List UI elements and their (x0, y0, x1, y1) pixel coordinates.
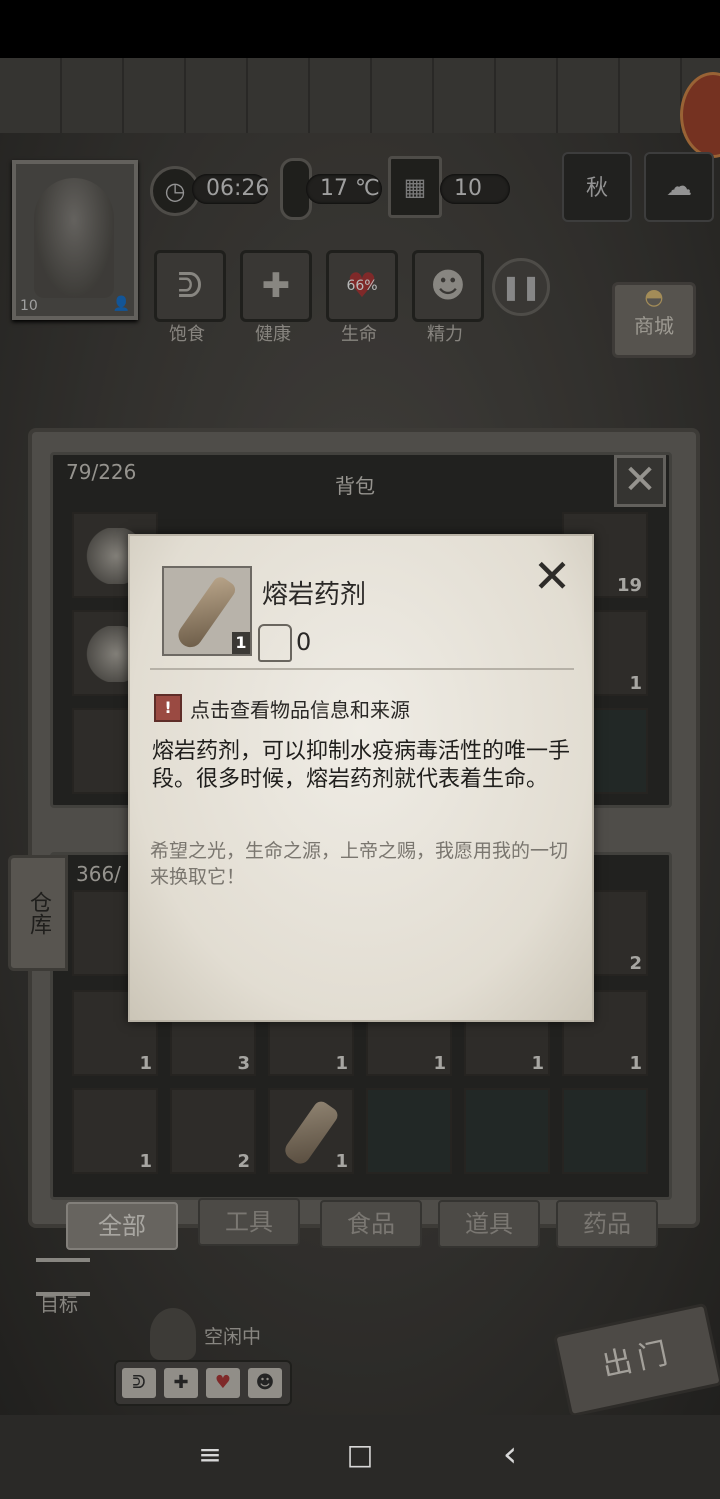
item-icon-frame: 1 (162, 566, 252, 656)
item-flavor-text: 希望之光，生命之源，上帝之赐，我愿用我的一切来换取它！ (150, 840, 569, 888)
system-nav-bar: ≡ □ ‹ (0, 1415, 720, 1499)
home-button[interactable]: □ (330, 1425, 390, 1485)
info-alert-icon[interactable]: ! (154, 694, 182, 722)
weight-icon (258, 624, 292, 662)
item-description: 熔岩药剂，可以抑制水疫病毒活性的唯一手段。很多时候，熔岩药剂就代表着生命。 (152, 739, 571, 792)
potion-bottle-icon (173, 574, 239, 652)
popup-close-button[interactable]: ✕ (530, 553, 574, 599)
close-icon: ✕ (532, 549, 572, 603)
item-weight: 0 (296, 628, 312, 656)
item-info-link[interactable]: 点击查看物品信息和来源 (190, 694, 410, 723)
item-name: 熔岩药剂 (262, 580, 367, 610)
back-button[interactable]: ‹ (480, 1425, 540, 1485)
divider (150, 668, 574, 670)
menu-button[interactable]: ≡ (180, 1425, 240, 1485)
item-quantity: 1 (232, 632, 250, 654)
item-detail-popup: 1 熔岩药剂 0 ✕ ! 点击查看物品信息和来源 熔岩药剂，可以抑制水疫病毒活性… (128, 534, 594, 1022)
